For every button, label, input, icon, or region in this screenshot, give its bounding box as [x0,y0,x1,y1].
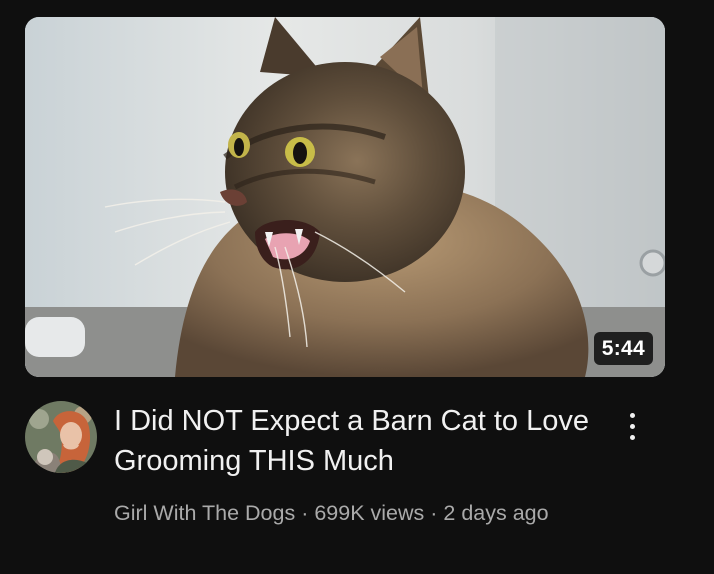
meta-separator: · [424,501,444,525]
cat-photo-thumbnail-icon [25,17,665,377]
channel-avatar[interactable] [25,401,97,473]
menu-dot [629,412,635,418]
view-count: 699K views [314,501,425,525]
video-metadata: Girl With The Dogs · 699K views · 2 days… [114,497,594,529]
menu-dot [629,423,635,429]
more-vertical-icon[interactable] [614,404,650,448]
video-card[interactable]: 5:44 I Did NOT Expect a Barn Cat to Love… [0,0,714,574]
video-thumbnail[interactable]: 5:44 [25,17,665,377]
meta-separator: · [295,501,315,525]
video-title[interactable]: I Did NOT Expect a Barn Cat to Love Groo… [114,401,594,481]
duration-badge: 5:44 [593,332,653,365]
menu-dot [629,434,635,440]
channel-name[interactable]: Girl With The Dogs [114,501,295,525]
channel-avatar-icon [25,401,97,473]
upload-age: 2 days ago [443,501,549,525]
